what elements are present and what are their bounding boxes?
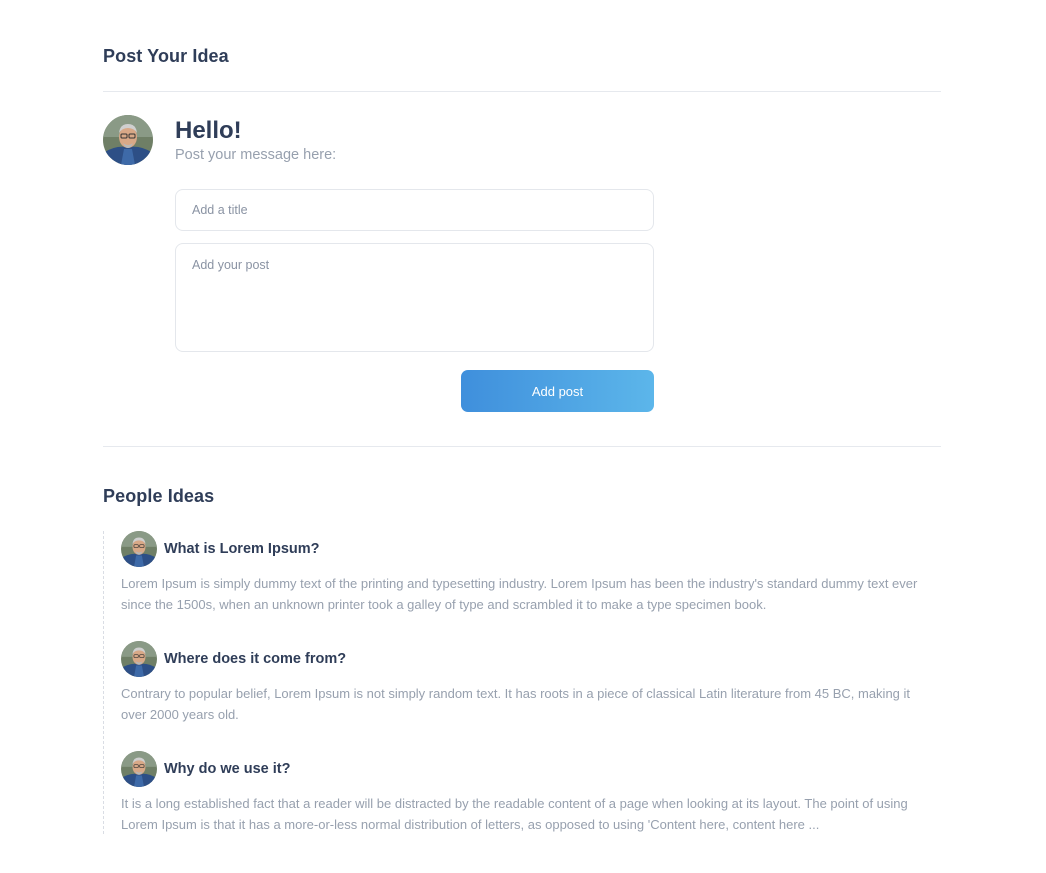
divider <box>103 91 941 92</box>
user-avatar <box>103 115 153 165</box>
list-item: Why do we use it? It is a long establish… <box>121 751 936 835</box>
post-textarea[interactable] <box>175 243 654 352</box>
idea-body: It is a long established fact that a rea… <box>121 796 908 832</box>
ideas-section-title: People Ideas <box>103 486 215 506</box>
avatar-icon <box>121 641 157 677</box>
add-post-button[interactable]: Add post <box>461 370 654 412</box>
idea-body: Contrary to popular belief, Lorem Ipsum … <box>121 686 911 722</box>
avatar <box>121 531 157 567</box>
title-input[interactable] <box>175 189 654 231</box>
idea-title[interactable]: Why do we use it? <box>164 761 290 777</box>
greeting: Hello! <box>175 117 242 144</box>
avatar <box>121 751 157 787</box>
idea-body: Lorem Ipsum is simply dummy text of the … <box>121 576 918 612</box>
divider <box>103 446 941 447</box>
idea-title[interactable]: What is Lorem Ipsum? <box>164 541 320 557</box>
greeting-subtitle: Post your message here: <box>175 147 337 163</box>
avatar-icon <box>121 751 157 787</box>
avatar <box>121 641 157 677</box>
avatar-icon <box>121 531 157 567</box>
post-section-title: Post Your Idea <box>103 46 229 66</box>
avatar-icon <box>103 115 153 165</box>
list-item: What is Lorem Ipsum? Lorem Ipsum is simp… <box>121 531 936 615</box>
idea-title[interactable]: Where does it come from? <box>164 651 346 667</box>
ideas-list: What is Lorem Ipsum? Lorem Ipsum is simp… <box>103 531 942 834</box>
list-item: Where does it come from? Contrary to pop… <box>121 641 936 725</box>
